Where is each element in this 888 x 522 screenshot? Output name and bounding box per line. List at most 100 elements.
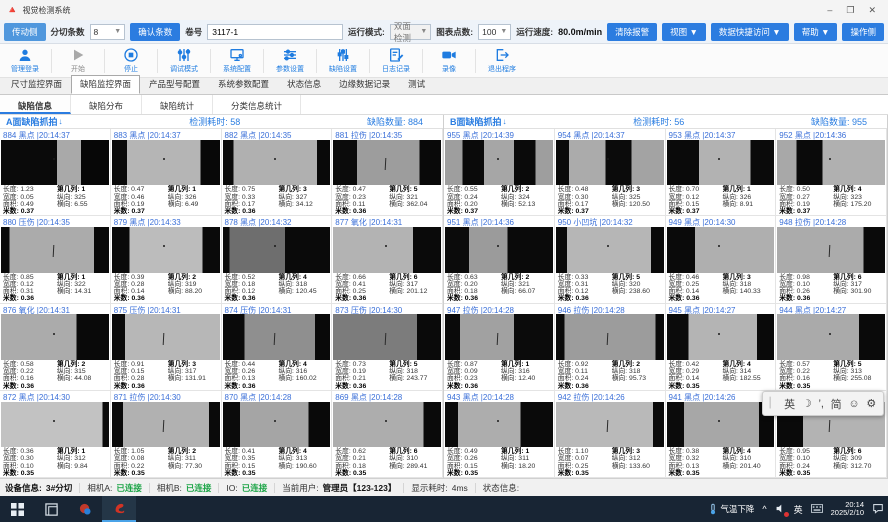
toolbar-button-defect[interactable]: 缺陷设置	[320, 47, 366, 74]
defect-cell[interactable]: 950 小凹坑 |20:14:32长度: 0.33宽度: 0.31面积: 0.1…	[555, 216, 666, 303]
drive-side-button[interactable]: 传动侧	[4, 23, 46, 41]
ime-simplified-toggle[interactable]: 简	[831, 396, 842, 412]
ime-indicator[interactable]: 英	[794, 503, 803, 516]
defect-cell[interactable]: 949 黑点 |20:14:30长度: 0.46宽度: 0.25面积: 0.14…	[666, 216, 777, 303]
defect-cell[interactable]: 954 黑点 |20:14:37长度: 0.48宽度: 0.30面积: 0.17…	[555, 129, 666, 216]
defect-image	[556, 402, 664, 448]
defect-cell[interactable]: 874 压伤 |20:14:31长度: 0.44宽度: 0.26面积: 0.13…	[222, 304, 333, 391]
tab-6[interactable]: 测试	[399, 75, 434, 94]
active-app-button[interactable]	[102, 496, 136, 522]
ime-drag-handle[interactable]: ▏	[770, 398, 778, 409]
tab-3[interactable]: 系统参数配置	[209, 75, 278, 94]
toolbar-button-debug[interactable]: 调试模式	[161, 47, 207, 74]
defect-cell[interactable]: 877 氧化 |20:14:31长度: 0.66宽度: 0.41面积: 0.25…	[332, 216, 443, 303]
toolbar-button-label: 退出程序	[488, 64, 516, 74]
defect-cell[interactable]: 878 黑点 |20:14:32长度: 0.52宽度: 0.18面积: 0.12…	[222, 216, 333, 303]
toolbar-button-exit[interactable]: 退出程序	[479, 47, 525, 74]
defect-cell[interactable]: 951 黑点 |20:14:36长度: 0.63宽度: 0.20面积: 0.18…	[444, 216, 555, 303]
defect-position: 第几列: 2纵向: 318横向: 95.73	[612, 361, 662, 390]
defect-cell[interactable]: 880 压伤 |20:14:35长度: 0.85宽度: 0.12面积: 0.31…	[0, 216, 111, 303]
slit-count-select[interactable]: 8 ▼	[90, 24, 126, 40]
tab-2[interactable]: 产品型号配置	[140, 75, 209, 94]
defect-cell[interactable]: 881 拉伤 |20:14:35长度: 0.47宽度: 0.23面积: 0.11…	[332, 129, 443, 216]
toolbar-button-stop[interactable]: 停止	[108, 47, 154, 74]
action-center-button[interactable]	[872, 502, 884, 516]
defect-cell-header: 953 黑点 |20:14:37	[666, 129, 776, 140]
tab-5[interactable]: 边缘数据记录	[330, 75, 399, 94]
sub-tab-3[interactable]: 分类信息统计	[213, 95, 301, 114]
defect-measurements: 长度: 0.39宽度: 0.28面积: 0.14米数: 0.36	[114, 274, 168, 303]
defect-cell-header: 951 黑点 |20:14:36	[444, 216, 554, 227]
defect-image	[777, 140, 885, 186]
sub-tab-2[interactable]: 缺陷统计	[142, 95, 213, 114]
defect-position: 第几列: 1纵向: 312横向: 9.84	[57, 448, 107, 477]
minimize-button[interactable]: –	[827, 5, 832, 16]
weather-widget[interactable]: 气温下降	[709, 503, 754, 515]
tray-expand-chevron[interactable]: ^	[762, 504, 766, 514]
defect-cell[interactable]: 943 黑点 |20:14:28长度: 0.49宽度: 0.26面积: 0.15…	[444, 391, 555, 478]
touch-keyboard-button[interactable]	[811, 504, 823, 515]
defect-cell[interactable]: 879 黑点 |20:14:33长度: 0.39宽度: 0.28面积: 0.14…	[111, 216, 222, 303]
roll-number-input[interactable]	[207, 24, 343, 40]
close-button[interactable]: ✕	[868, 5, 876, 16]
toolbar-button-play[interactable]: 开始	[55, 47, 101, 74]
defect-cell[interactable]: 884 黑点 |20:14:37长度: 1.23宽度: 0.05面积: 0.49…	[0, 129, 111, 216]
defect-image	[112, 140, 220, 186]
defect-measurements: 长度: 0.38宽度: 0.32面积: 0.13米数: 0.35	[669, 448, 723, 477]
defect-cell[interactable]: 945 黑点 |20:14:27长度: 0.42宽度: 0.29面积: 0.14…	[666, 304, 777, 391]
ime-emoji-icon[interactable]: ☺	[848, 398, 859, 410]
current-user-label: 当前用户:	[282, 482, 318, 494]
data-quick-access-menu-button[interactable]: 数据快捷访问 ▼	[711, 23, 789, 41]
toolbar-button-camera[interactable]: 录像	[426, 47, 472, 74]
defect-cell[interactable]: 947 拉伤 |20:14:28长度: 0.87宽度: 0.09面积: 0.23…	[444, 304, 555, 391]
ime-language-bar[interactable]: ▏ 英 ☽ ’, 简 ☺ ⚙	[762, 391, 884, 416]
start-button[interactable]	[0, 496, 34, 522]
task-view-button[interactable]	[34, 496, 68, 522]
defect-info: 长度: 0.98宽度: 0.10面积: 0.26米数: 0.36第几列: 6纵向…	[776, 273, 886, 303]
operator-side-button[interactable]: 操作侧	[842, 23, 884, 41]
defect-cell[interactable]: 883 黑点 |20:14:37长度: 0.47宽度: 0.46面积: 0.19…	[111, 129, 222, 216]
tab-0[interactable]: 尺寸监控界面	[2, 75, 71, 94]
sub-tab-1[interactable]: 缺陷分布	[71, 95, 142, 114]
toolbar-button-user[interactable]: 管理登录	[2, 47, 48, 74]
defect-cell[interactable]: 955 黑点 |20:14:39长度: 0.55宽度: 0.24面积: 0.20…	[444, 129, 555, 216]
taskbar-clock[interactable]: 20:14 2025/2/10	[831, 501, 864, 518]
tab-4[interactable]: 状态信息	[278, 75, 330, 94]
toolbar-button-monitor[interactable]: 系统配置	[214, 47, 260, 74]
ime-language-toggle[interactable]: 英	[784, 396, 795, 412]
chart-points-select[interactable]: 100 ▼	[478, 24, 511, 40]
defect-cell[interactable]: 946 拉伤 |20:14:28长度: 0.92宽度: 0.11面积: 0.24…	[555, 304, 666, 391]
defect-cell[interactable]: 872 黑点 |20:14:30长度: 0.36宽度: 0.30面积: 0.10…	[0, 391, 111, 478]
defect-cell[interactable]: 952 黑点 |20:14:36长度: 0.50宽度: 0.27面积: 0.19…	[776, 129, 887, 216]
ime-settings-gear-icon[interactable]: ⚙	[866, 397, 876, 410]
defect-cell[interactable]: 876 氧化 |20:14:31长度: 0.58宽度: 0.22面积: 0.16…	[0, 304, 111, 391]
divider	[218, 483, 219, 493]
ime-moon-icon[interactable]: ☽	[802, 397, 812, 410]
defect-cell[interactable]: 869 黑点 |20:14:28长度: 0.62宽度: 0.21面积: 0.18…	[332, 391, 443, 478]
tab-1[interactable]: 缺陷监控界面	[71, 75, 140, 94]
view-menu-button[interactable]: 视图 ▼	[662, 23, 706, 41]
toolbar-button-params[interactable]: 参数设置	[267, 47, 313, 74]
defect-cell[interactable]: 870 黑点 |20:14:28长度: 0.41宽度: 0.35面积: 0.15…	[222, 391, 333, 478]
defect-cell[interactable]: 953 黑点 |20:14:37长度: 0.70宽度: 0.12面积: 0.15…	[666, 129, 777, 216]
defect-cell[interactable]: 875 压伤 |20:14:31长度: 0.91宽度: 0.15面积: 0.28…	[111, 304, 222, 391]
pinned-app-icon[interactable]	[68, 496, 102, 522]
maximize-button[interactable]: ❐	[846, 5, 854, 16]
defect-cell[interactable]: 944 黑点 |20:14:27长度: 0.57宽度: 0.22面积: 0.16…	[776, 304, 887, 391]
confirm-count-button[interactable]: 确认条数	[130, 23, 180, 41]
defect-cell-header: 876 氧化 |20:14:31	[0, 304, 110, 315]
toolbar-button-log[interactable]: 日志记录	[373, 47, 419, 74]
defect-cell[interactable]: 942 拉伤 |20:14:26长度: 1.10宽度: 0.07面积: 0.25…	[555, 391, 666, 478]
help-menu-button[interactable]: 帮助 ▼	[794, 23, 838, 41]
defect-cell[interactable]: 941 黑点 |20:14:26长度: 0.38宽度: 0.32面积: 0.13…	[666, 391, 777, 478]
sub-tab-0[interactable]: 缺陷信息	[0, 95, 71, 114]
defect-info: 长度: 0.49宽度: 0.26面积: 0.15米数: 0.35第几列: 1纵向…	[444, 447, 554, 477]
defect-cell[interactable]: 882 黑点 |20:14:35长度: 0.75宽度: 0.33面积: 0.17…	[222, 129, 333, 216]
defect-cell[interactable]: 948 拉伤 |20:14:28长度: 0.98宽度: 0.10面积: 0.26…	[776, 216, 887, 303]
volume-button[interactable]	[775, 503, 786, 516]
defect-cell[interactable]: 871 拉伤 |20:14:30长度: 1.05宽度: 0.08面积: 0.22…	[111, 391, 222, 478]
defect-cell[interactable]: 873 压伤 |20:14:30长度: 0.73宽度: 0.19面积: 0.21…	[332, 304, 443, 391]
clear-alarm-button[interactable]: 清除报警	[607, 23, 657, 41]
run-mode-select[interactable]: 双面检测 ▼	[390, 24, 431, 40]
ime-punctuation-icon[interactable]: ’,	[818, 398, 824, 410]
